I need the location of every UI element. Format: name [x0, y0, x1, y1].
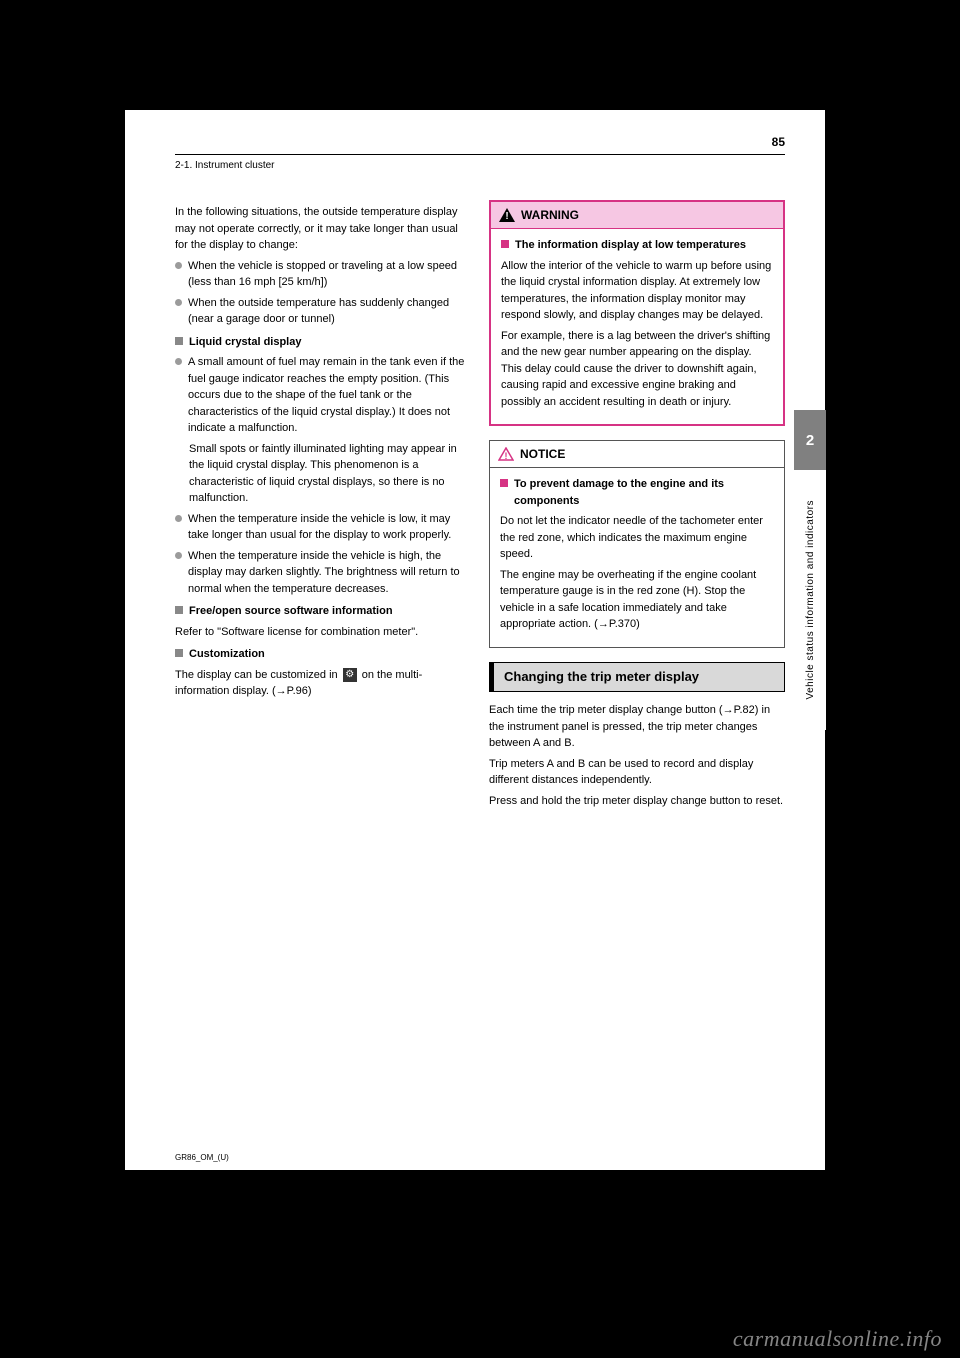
- bullet-low-speed-text: When the vehicle is stopped or traveling…: [188, 258, 471, 291]
- topic-para-2: Trip meters A and B can be used to recor…: [489, 756, 785, 789]
- chapter-number: 2: [806, 432, 814, 449]
- subheading-customization: Customization: [175, 646, 471, 663]
- subheading-lcd-text: Liquid crystal display: [189, 334, 301, 351]
- warning-triangle-icon: [499, 208, 515, 222]
- right-column: WARNING The information display at low t…: [489, 200, 785, 813]
- bullet-dot-icon: [175, 552, 182, 559]
- notice-box: ! NOTICE To prevent damage to the engine…: [489, 440, 785, 648]
- watermark: carmanualsonline.info: [733, 1326, 942, 1352]
- notice-subheading: To prevent damage to the engine and its …: [500, 476, 774, 509]
- subheading-customization-text: Customization: [189, 646, 265, 663]
- subheading-oss-text: Free/open source software information: [189, 603, 393, 620]
- bullet-dot-icon: [175, 299, 182, 306]
- topic-para-1: Each time the trip meter display change …: [489, 702, 785, 752]
- chapter-side-text: Vehicle status information and indicator…: [805, 500, 816, 700]
- bullet-sudden-change-text: When the outside temperature has suddenl…: [188, 295, 471, 328]
- page-number: 85: [772, 135, 785, 149]
- bullet-low-speed: When the vehicle is stopped or traveling…: [175, 258, 471, 291]
- warning-para-1: Allow the interior of the vehicle to war…: [501, 258, 773, 324]
- warning-para-2: For example, there is a lag between the …: [501, 328, 773, 411]
- topic-heading-box: Changing the trip meter display: [489, 662, 785, 693]
- svg-text:!: !: [505, 451, 508, 461]
- notice-para-1: Do not let the indicator needle of the t…: [500, 513, 774, 563]
- chapter-side-label: Vehicle status information and indicator…: [794, 470, 826, 730]
- book-code: GR86_OM_(U): [175, 1153, 229, 1162]
- warning-sub-title: The information display at low temperatu…: [515, 237, 746, 254]
- manual-page: 85 2-1. Instrument cluster 2 Vehicle sta…: [125, 110, 825, 1170]
- bullet-dot-icon: [175, 262, 182, 269]
- bullet-fuel-empty: A small amount of fuel may remain in the…: [175, 354, 471, 437]
- square-bullet-icon: [175, 649, 183, 657]
- para-oss: Refer to "Software license for combinati…: [175, 624, 471, 641]
- square-bullet-pink-icon: [501, 240, 509, 248]
- bullet-high-temp: When the temperature inside the vehicle …: [175, 548, 471, 598]
- bullet-dot-icon: [175, 515, 182, 522]
- left-column: In the following situations, the outside…: [175, 200, 471, 813]
- settings-gear-icon: ⚙: [343, 668, 357, 682]
- bullet-sudden-change: When the outside temperature has suddenl…: [175, 295, 471, 328]
- warning-header: WARNING: [491, 202, 783, 229]
- notice-body: To prevent damage to the engine and its …: [490, 468, 784, 647]
- page-container: 85 2-1. Instrument cluster 2 Vehicle sta…: [0, 0, 960, 1358]
- section-breadcrumb: 2-1. Instrument cluster: [175, 160, 274, 171]
- subheading-oss: Free/open source software information: [175, 603, 471, 620]
- para-lcd-spots: Small spots or faintly illuminated light…: [189, 441, 471, 507]
- bullet-low-temp-text: When the temperature inside the vehicle …: [188, 511, 471, 544]
- square-bullet-pink-icon: [500, 479, 508, 487]
- bullet-high-temp-text: When the temperature inside the vehicle …: [188, 548, 471, 598]
- content-columns: In the following situations, the outside…: [175, 200, 785, 813]
- outside-temp-intro: In the following situations, the outside…: [175, 204, 471, 254]
- square-bullet-icon: [175, 337, 183, 345]
- notice-header: ! NOTICE: [490, 441, 784, 468]
- notice-triangle-icon: !: [498, 447, 514, 461]
- warning-subheading: The information display at low temperatu…: [501, 237, 773, 254]
- subheading-lcd: Liquid crystal display: [175, 334, 471, 351]
- warning-body: The information display at low temperatu…: [491, 229, 783, 424]
- warning-label: WARNING: [521, 206, 579, 224]
- bullet-fuel-empty-text: A small amount of fuel may remain in the…: [188, 354, 471, 437]
- notice-sub-title: To prevent damage to the engine and its …: [514, 476, 774, 509]
- notice-label: NOTICE: [520, 445, 565, 463]
- square-bullet-icon: [175, 606, 183, 614]
- warning-box: WARNING The information display at low t…: [489, 200, 785, 426]
- header-divider: [175, 154, 785, 155]
- notice-para-2: The engine may be overheating if the eng…: [500, 567, 774, 633]
- para-customization: The display can be customized in ⚙ on th…: [175, 667, 471, 700]
- topic-para-3: Press and hold the trip meter display ch…: [489, 793, 785, 810]
- topic-heading-text: Changing the trip meter display: [504, 669, 699, 684]
- bullet-low-temp: When the temperature inside the vehicle …: [175, 511, 471, 544]
- customization-text-pre: The display can be customized in: [175, 669, 341, 681]
- chapter-tab: 2: [794, 410, 826, 470]
- bullet-dot-icon: [175, 358, 182, 365]
